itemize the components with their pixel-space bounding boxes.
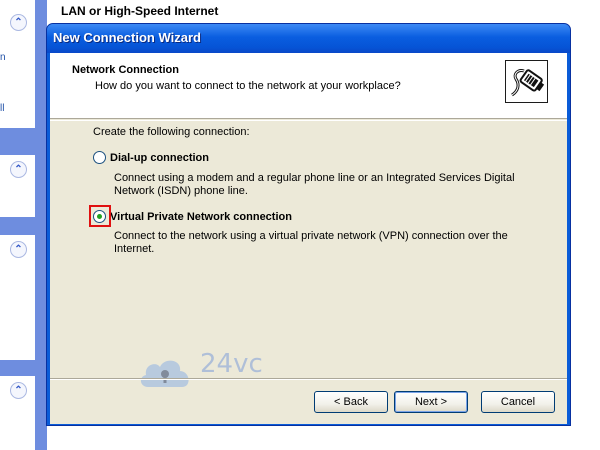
header-title: Network Connection [72, 64, 179, 76]
next-button[interactable]: Next > [394, 391, 468, 413]
collapse-chevron-icon[interactable]: ⌃ [10, 382, 27, 399]
dialup-description: Connect using a modem and a regular phon… [114, 172, 515, 197]
dialup-radio[interactable] [93, 151, 106, 164]
network-cable-icon [505, 60, 548, 103]
dialup-option[interactable]: Dial-up connection [93, 151, 209, 164]
collapse-chevron-icon[interactable]: ⌃ [10, 14, 27, 31]
back-button[interactable]: < Back [314, 391, 388, 413]
wizard-client-area: Network Connection How do you want to co… [50, 53, 567, 424]
background-window-title: LAN or High-Speed Internet [61, 4, 219, 18]
vpn-label[interactable]: Virtual Private Network connection [110, 211, 292, 223]
collapse-chevron-icon[interactable]: ⌃ [10, 241, 27, 258]
header-subtitle: How do you want to connect to the networ… [95, 80, 401, 92]
task-pane: ⌃ n ll ⌃ ⌃ ⌃ [0, 0, 47, 450]
collapse-chevron-icon[interactable]: ⌃ [10, 161, 27, 178]
connection-prompt: Create the following connection: [93, 126, 250, 138]
vpn-description: Connect to the network using a virtual p… [114, 230, 508, 255]
dialup-label[interactable]: Dial-up connection [110, 152, 209, 164]
wizard-titlebar[interactable]: New Connection Wizard [47, 24, 570, 53]
new-connection-wizard-dialog: New Connection Wizard Network Connection… [46, 23, 571, 426]
wizard-header: Network Connection How do you want to co… [50, 53, 567, 119]
watermark: 24vc [138, 349, 268, 393]
footer-divider-highlight [50, 379, 567, 380]
task-pane-text-fragment: ll [0, 103, 5, 114]
cancel-button[interactable]: Cancel [481, 391, 555, 413]
selection-highlight-box [89, 205, 111, 227]
wizard-title: New Connection Wizard [53, 30, 201, 45]
watermark-text: 24vc [200, 349, 263, 379]
cloud-lock-icon [140, 360, 189, 387]
task-pane-text-fragment: n [0, 52, 6, 63]
header-divider [50, 120, 567, 121]
vpn-option[interactable]: Virtual Private Network connection [93, 210, 292, 223]
